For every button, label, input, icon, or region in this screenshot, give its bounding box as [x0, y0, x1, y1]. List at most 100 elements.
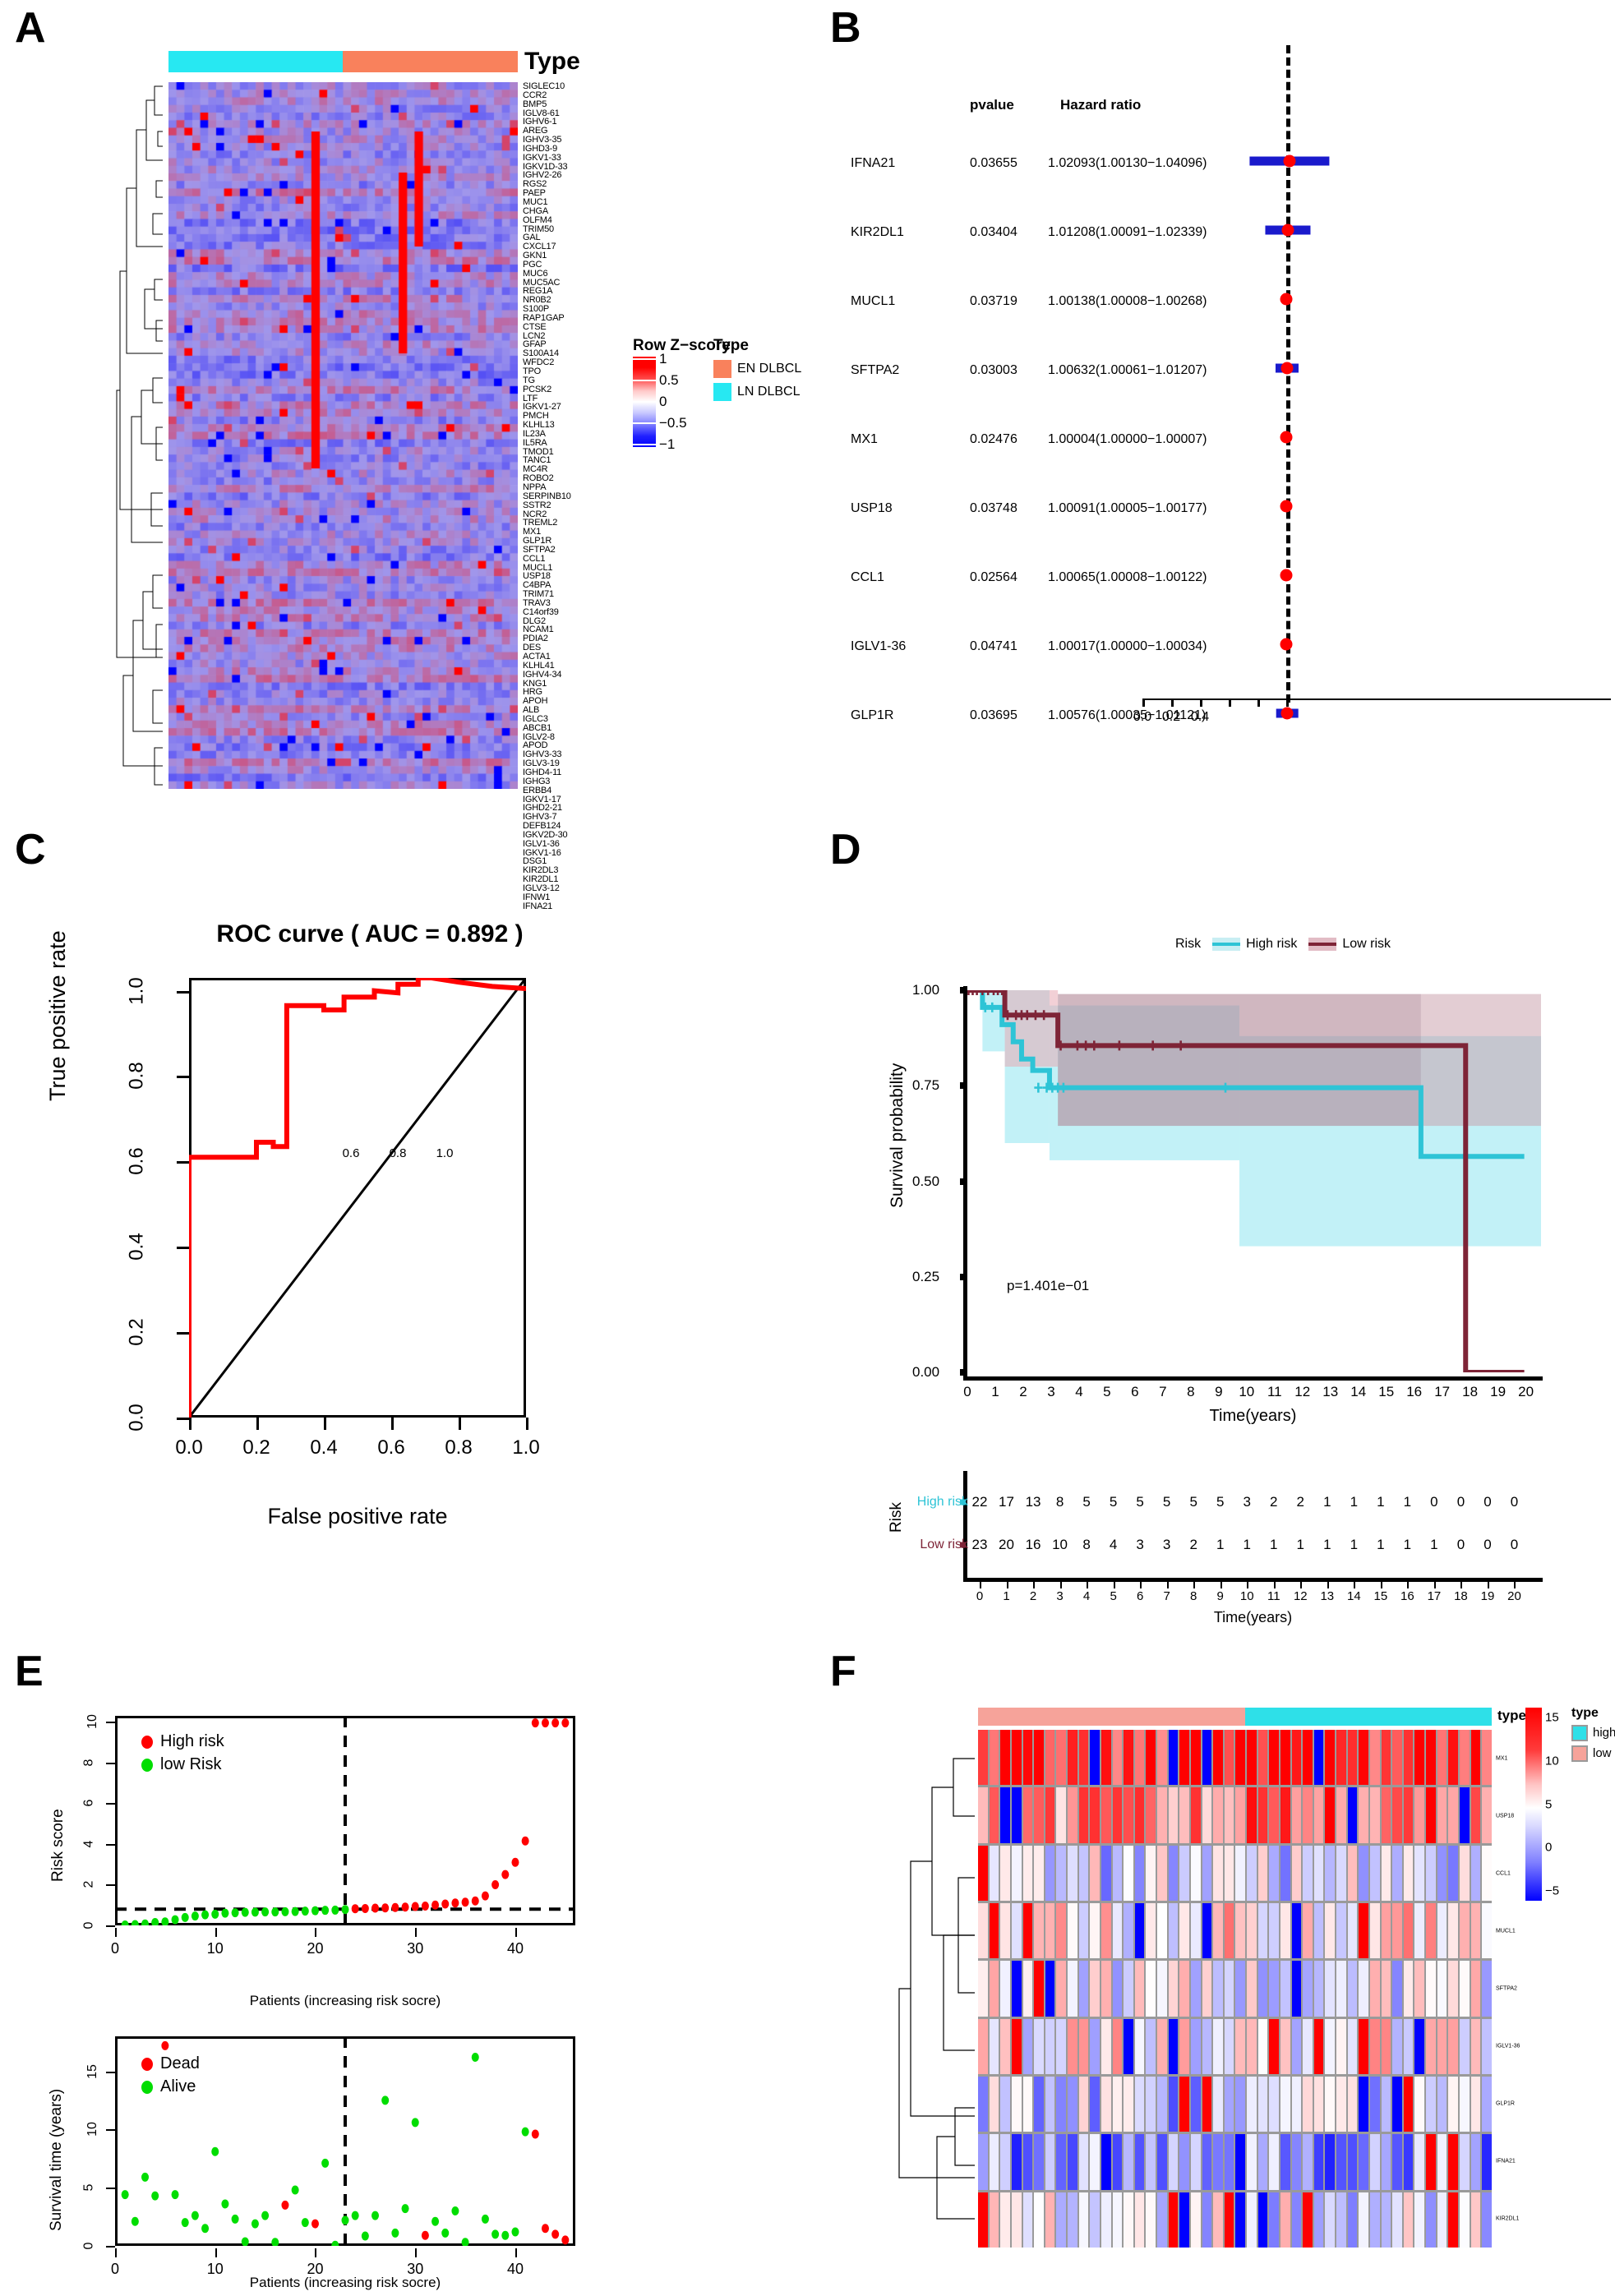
heatmap-cell — [1359, 1845, 1368, 1901]
scatter-point — [521, 2127, 529, 2137]
column-header-pvalue: pvalue — [970, 97, 1014, 113]
heatmap-cell — [1247, 1730, 1257, 1786]
row-dendrogram-f — [898, 1758, 975, 2220]
heatmap-cell — [989, 1845, 999, 1901]
risk-table-cell: 1 — [1216, 1537, 1225, 1552]
panel-b-forest-plot: pvalue Hazard ratio IFNA21 0.03655 1.02093… — [822, 0, 1615, 822]
heatmap-cell — [1347, 1961, 1358, 2017]
risk-table-tick-label: 12 — [1293, 1589, 1308, 1603]
y-axis-tick-e — [106, 1803, 115, 1805]
heatmap-cell — [1179, 2076, 1189, 2132]
scatter-point — [151, 2191, 159, 2201]
heatmap-cell — [1347, 1787, 1358, 1843]
gene-label: TREML2 — [523, 519, 558, 528]
panel-f-heatmap: type MX1 USP18 CCL1 MUCL1 SFTPA2 IGLV1-36 GLP1… — [822, 1644, 1615, 2296]
gene-label: MUC1 — [523, 197, 548, 207]
heatmap-cell — [1134, 1787, 1145, 1843]
heatmap-cell — [1022, 1961, 1033, 2017]
heatmap-cell — [1034, 1730, 1044, 1786]
heatmap-cell — [1022, 1845, 1033, 1901]
heatmap-cell — [1313, 1902, 1324, 1959]
heatmap-cell — [978, 1787, 988, 1843]
heatmap-cell — [1011, 2134, 1022, 2190]
heatmap-cell — [1146, 1787, 1156, 1843]
heatmap-row — [978, 2134, 1492, 2190]
gene-label: DLG2 — [523, 616, 546, 626]
heatmap-cell — [1347, 2134, 1358, 2190]
heatmap-cell — [1470, 1787, 1481, 1843]
heatmap-cell — [1124, 2018, 1133, 2074]
heatmap-cell — [1437, 1845, 1447, 1901]
risk-table-cell: 5 — [1082, 1494, 1091, 1510]
risk-table-cell: 5 — [1189, 1494, 1197, 1510]
risk-table-tick — [980, 1582, 981, 1588]
x-axis-tick — [526, 1418, 528, 1430]
heatmap-cell — [1112, 2134, 1123, 2190]
gene-label-f: USP18 — [1496, 1813, 1515, 1819]
gene-label: TG — [523, 376, 535, 385]
heatmap-cell — [1112, 2076, 1123, 2132]
gene-label: IGHV3-35 — [523, 136, 562, 145]
y-axis-tick-d — [960, 1369, 967, 1376]
gene-label: TANC1 — [523, 456, 551, 466]
scatter-point — [301, 1906, 309, 1916]
scatter-point — [371, 1903, 380, 1913]
heatmap-cell — [1068, 1730, 1077, 1786]
heatmap-cell — [1011, 1730, 1022, 1786]
heatmap-cell — [1403, 1845, 1414, 1901]
heatmap-cell — [1336, 2076, 1346, 2132]
hazard-ratio-point — [1283, 154, 1296, 168]
forest-row-hazard-ratio: 1.02093(1.00130−1.04096) — [1048, 156, 1207, 170]
risk-table-cell: 16 — [1025, 1537, 1041, 1552]
gene-label: TRIM50 — [523, 224, 554, 234]
x-axis-tick-label-d: 7 — [1159, 1384, 1167, 1399]
gene-label: S100P — [523, 305, 550, 314]
heatmap-cell — [1000, 2134, 1010, 2190]
heatmap-cell — [1426, 1902, 1436, 1959]
diagonal-reference-line — [189, 978, 526, 1418]
heatmap-cell — [1381, 1845, 1391, 1901]
pvalue-annotation-d: p=1.401e−01 — [1007, 1278, 1090, 1293]
risk-table-row-marker — [960, 1542, 966, 1548]
heatmap-cell — [1134, 1845, 1145, 1901]
heatmap-cell — [1269, 2192, 1279, 2248]
x-axis-tick-label-d: 13 — [1322, 1384, 1339, 1399]
gene-label: RAP1GAP — [523, 313, 565, 323]
y-axis-tick-d — [960, 987, 967, 994]
scatter-point — [161, 2040, 169, 2050]
scatter-point — [481, 1891, 489, 1901]
legend-item-high-f: high — [1571, 1725, 1615, 1741]
heatmap-cell — [1011, 1961, 1022, 2017]
scatter-point — [531, 2129, 539, 2139]
heatmap-cell — [1291, 1961, 1302, 2017]
heatmap-cell — [1392, 1845, 1402, 1901]
x-axis-tick-label-e: 0 — [110, 2261, 120, 2277]
forest-row-pvalue: 0.02476 — [970, 432, 1017, 446]
forest-row-pvalue: 0.03695 — [970, 708, 1017, 722]
forest-row-gene: SFTPA2 — [851, 363, 900, 377]
heatmap-cell — [1068, 2018, 1077, 2074]
heatmap-cell — [1257, 2192, 1268, 2248]
heatmap-cell — [1168, 2018, 1179, 2074]
heatmap-cell — [1414, 1730, 1424, 1786]
risk-table-cell: 0 — [1456, 1537, 1465, 1552]
risk-table-tick — [1433, 1582, 1436, 1588]
heatmap-cell — [1313, 1787, 1324, 1843]
risk-table-x-label: Time(years) — [1213, 1609, 1293, 1625]
swatch-ln-dlbcl — [713, 383, 731, 401]
heatmap-cell — [1392, 1787, 1402, 1843]
hazard-ratio-point — [1280, 707, 1294, 720]
heatmap-cell — [1392, 2076, 1402, 2132]
gene-label: KLHL41 — [523, 661, 555, 671]
y-axis-tick-label-d: 0.25 — [912, 1268, 940, 1284]
risk-table-tick-label: 16 — [1400, 1589, 1414, 1603]
gene-label: IGHV6-1 — [523, 118, 557, 127]
x-axis-tick-label-e: 40 — [506, 2261, 524, 2277]
heatmap-cell — [1112, 2018, 1123, 2074]
heatmap-cell — [1034, 2076, 1044, 2132]
scatter-point — [391, 1902, 399, 1912]
hazard-ratio-point — [1280, 638, 1293, 651]
gene-label: TRIM71 — [523, 590, 554, 599]
heatmap-cell — [1090, 2076, 1100, 2132]
heatmap-cell — [1369, 2018, 1380, 2074]
